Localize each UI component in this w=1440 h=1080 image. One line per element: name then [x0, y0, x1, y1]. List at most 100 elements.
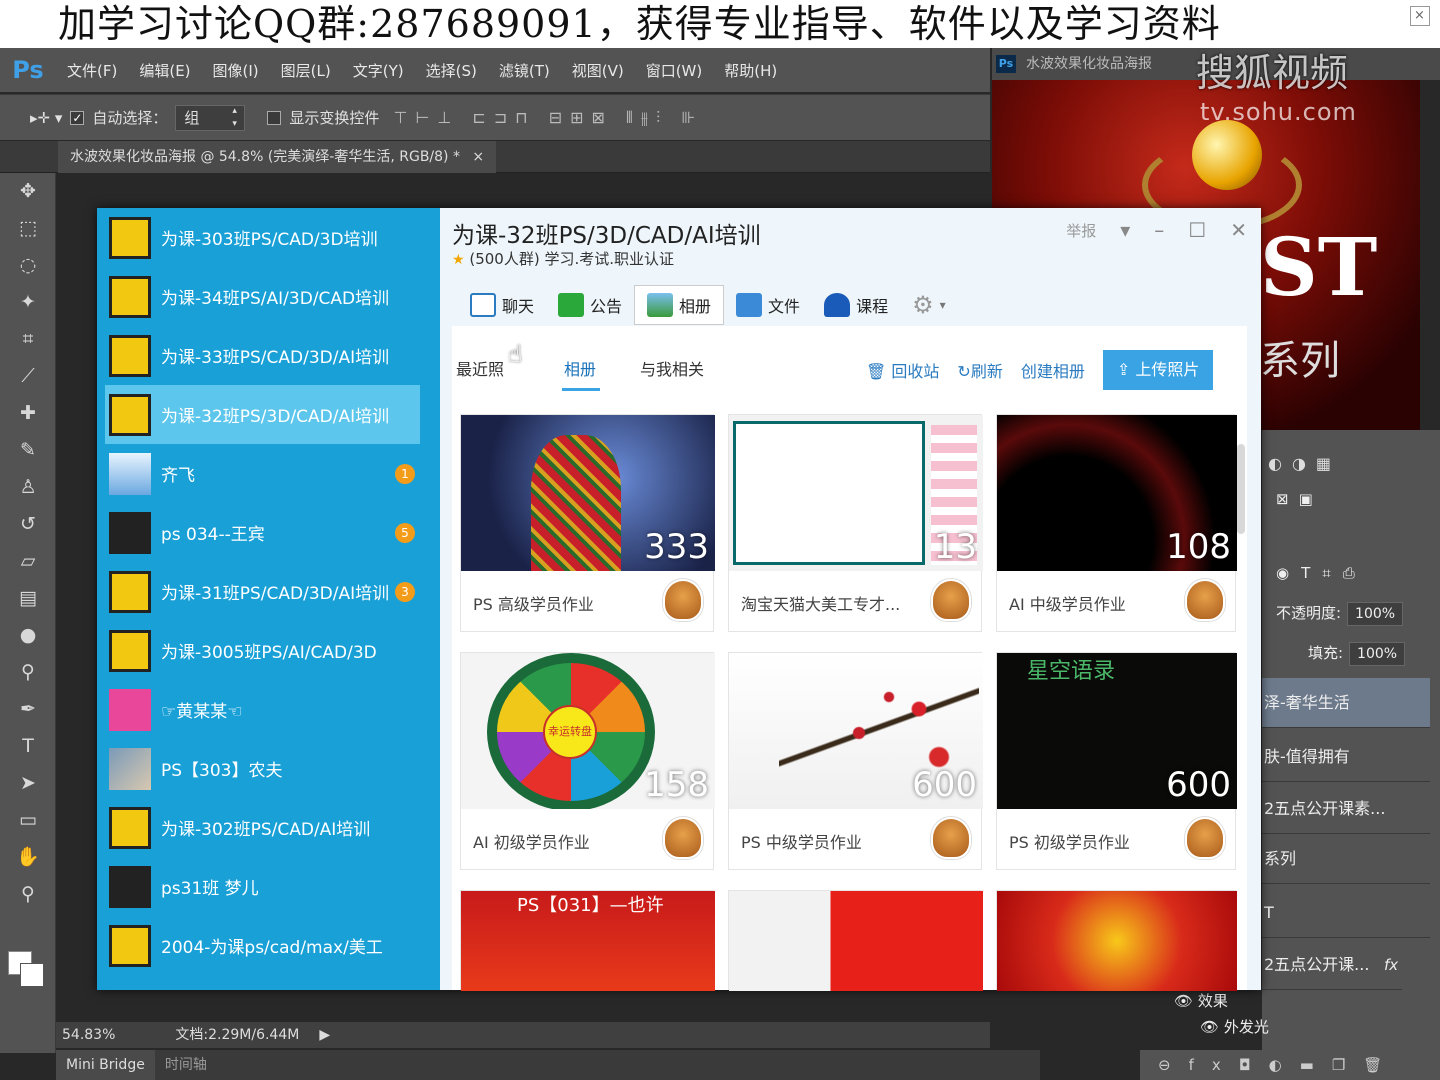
group-list-item[interactable]: 为课-32班PS/3D/CAD/AI培训	[105, 385, 420, 444]
document-tab[interactable]: 水波效果化妆品海报 @ 54.8% (完美演绎-奢华生活, RGB/8) * ×	[58, 141, 497, 173]
rectangle-icon[interactable]: ▭	[0, 802, 56, 839]
group-list-item[interactable]: PS【303】农夫	[97, 739, 440, 798]
path-select-icon[interactable]: ➤	[0, 765, 56, 802]
auto-select-dropdown[interactable]: 组	[175, 104, 246, 131]
type-icon[interactable]: T	[0, 728, 56, 765]
refresh-button[interactable]: ↻刷新	[957, 358, 1002, 382]
background-color-swatch[interactable]	[20, 963, 44, 987]
menu-image[interactable]: 图像(I)	[202, 60, 270, 81]
dodge-icon[interactable]: ⚲	[0, 654, 56, 691]
layer-row[interactable]: 泽-奢华生活	[1262, 678, 1430, 728]
album-card[interactable]: 600 PS 中级学员作业	[728, 652, 983, 870]
album-card[interactable]: 333 PS 高级学员作业	[460, 414, 715, 632]
group-list-item[interactable]: 为课-33班PS/CAD/3D/AI培训	[97, 326, 440, 385]
outer-glow-row[interactable]: 👁 外发光	[1140, 1014, 1269, 1040]
zoom-level[interactable]: 54.83%	[62, 1022, 115, 1048]
auto-select-checkbox[interactable]: ✓	[70, 110, 85, 125]
layer-filter-icons[interactable]: ⊠▣	[1262, 482, 1440, 516]
subtab-recent[interactable]: 最近照	[456, 356, 504, 380]
menu-filter[interactable]: 滤镜(T)	[488, 60, 561, 81]
opacity-input[interactable]: 100%	[1347, 601, 1404, 626]
group-list-item[interactable]: 齐飞 1	[97, 444, 440, 503]
group-list-item[interactable]: 2004-为课ps/cad/max/美工	[97, 916, 440, 975]
album-scrollbar[interactable]	[1237, 444, 1245, 534]
banner-close-icon[interactable]: ×	[1410, 6, 1430, 26]
group-list-item[interactable]: 为课-303班PS/CAD/3D培训	[97, 208, 440, 267]
album-card[interactable]	[728, 890, 983, 991]
upload-photo-button[interactable]: ⇪ 上传照片	[1102, 350, 1214, 390]
group-list-item[interactable]: 为课-34班PS/AI/3D/CAD培训	[97, 267, 440, 326]
create-album-link[interactable]: 创建相册	[1021, 358, 1085, 382]
menu-file[interactable]: 文件(F)	[56, 60, 128, 81]
eyedropper-icon[interactable]: ⟋	[0, 358, 56, 395]
layer-row[interactable]: 2五点公开课...	[1262, 940, 1402, 990]
menu-help[interactable]: 帮助(H)	[713, 60, 788, 81]
group-list-item[interactable]: ps 034--王宾 5	[97, 503, 440, 562]
blur-icon[interactable]: ●	[0, 617, 56, 654]
report-button[interactable]: 举报	[1066, 220, 1096, 241]
group-list-item[interactable]: 为课-302班PS/CAD/AI培训	[97, 798, 440, 857]
effects-row[interactable]: 👁 效果	[1140, 988, 1228, 1014]
group-list-item[interactable]: ☞黄某某☜	[97, 680, 440, 739]
tab-album[interactable]: 相册	[634, 285, 725, 325]
album-card[interactable]: 幸运转盘 158 AI 初级学员作业	[460, 652, 715, 870]
album-card[interactable]: PS【031】—也许	[460, 890, 715, 991]
album-card[interactable]	[996, 890, 1237, 991]
gradient-icon[interactable]: ▤	[0, 580, 56, 617]
layer-kind-icons[interactable]: ◉T⌗⎙	[1262, 556, 1440, 590]
tab-timeline[interactable]: 时间轴	[155, 1050, 217, 1080]
fill-input[interactable]: 100%	[1349, 641, 1406, 666]
dropdown-icon[interactable]: ▾	[1120, 218, 1130, 242]
menu-edit[interactable]: 编辑(E)	[128, 60, 201, 81]
menu-layer[interactable]: 图层(L)	[270, 60, 342, 81]
marquee-icon[interactable]: ⬚	[0, 210, 56, 247]
eraser-icon[interactable]: ▱	[0, 543, 56, 580]
tab-course[interactable]: 课程	[812, 285, 900, 325]
history-brush-icon[interactable]: ↺	[0, 506, 56, 543]
layer-row[interactable]: 系列	[1262, 834, 1430, 884]
hand-icon[interactable]: ✋	[0, 839, 56, 876]
group-list-item[interactable]: 为课-31班PS/CAD/3D/AI培训 3	[97, 562, 440, 621]
status-arrow-icon[interactable]: ▶	[319, 1022, 330, 1048]
recycle-bin-button[interactable]: 🗑 回收站	[866, 358, 939, 382]
tab-notice[interactable]: 公告	[546, 285, 634, 325]
layer-row[interactable]: T	[1262, 888, 1430, 938]
settings-button[interactable]: ⚙ ▾	[900, 285, 958, 325]
tab-chat[interactable]: 聊天	[458, 285, 546, 325]
menu-select[interactable]: 选择(S)	[415, 60, 488, 81]
menu-view[interactable]: 视图(V)	[561, 60, 635, 81]
layer-row[interactable]: 肤-值得拥有	[1262, 732, 1430, 782]
group-list-item[interactable]: 为课-3005班PS/AI/CAD/3D	[97, 621, 440, 680]
tab-files[interactable]: 文件	[724, 285, 812, 325]
move-icon[interactable]: ✥	[0, 173, 56, 210]
align-icons[interactable]: ⊤⊢⊥ ⊏⊐⊓ ⊟⊞⊠ ⫴⫵⫶ ⊪	[393, 108, 703, 128]
album-card[interactable]: 星空语录 600 PS 初级学员作业	[996, 652, 1237, 870]
tab-mini-bridge[interactable]: Mini Bridge	[56, 1050, 155, 1080]
menu-window[interactable]: 窗口(W)	[635, 60, 714, 81]
minimize-icon[interactable]: –	[1154, 218, 1164, 242]
menu-type[interactable]: 文字(Y)	[342, 60, 415, 81]
layer-row[interactable]: 2五点公开课素...	[1262, 784, 1430, 834]
show-transform-checkbox[interactable]	[267, 110, 282, 125]
healing-brush-icon[interactable]: ✚	[0, 395, 56, 432]
subtab-related[interactable]: 与我相关	[640, 356, 704, 380]
brush-icon[interactable]: ✎	[0, 432, 56, 469]
panel-icon-row[interactable]: ◐◑▦	[1262, 446, 1440, 482]
zoom-icon[interactable]: ⚲	[0, 876, 56, 913]
group-list-item[interactable]: ps31班 梦儿	[97, 857, 440, 916]
pen-icon[interactable]: ✒	[0, 691, 56, 728]
stamp-icon[interactable]: ♙	[0, 469, 56, 506]
crop-icon[interactable]: ⌗	[0, 321, 56, 358]
magic-wand-icon[interactable]: ✦	[0, 284, 56, 321]
document-tab-close-icon[interactable]: ×	[472, 149, 484, 165]
lasso-icon[interactable]: ◌	[0, 247, 56, 284]
maximize-icon[interactable]: ☐	[1188, 218, 1206, 242]
album-card[interactable]: 108 AI 中级学员作业	[996, 414, 1237, 632]
move-tool-icon[interactable]: ▸✛ ▾	[30, 109, 62, 127]
eye-icon[interactable]: 👁	[1200, 1018, 1219, 1036]
subtab-albums[interactable]: 相册	[564, 356, 596, 380]
eye-icon[interactable]: 👁	[1174, 992, 1193, 1010]
layer-actions-bar[interactable]: ⊖fx◘◐▬❐🗑	[1140, 1050, 1440, 1080]
close-icon[interactable]: ✕	[1230, 218, 1247, 242]
album-card[interactable]: 13 淘宝天猫大美工专才...	[728, 414, 983, 632]
